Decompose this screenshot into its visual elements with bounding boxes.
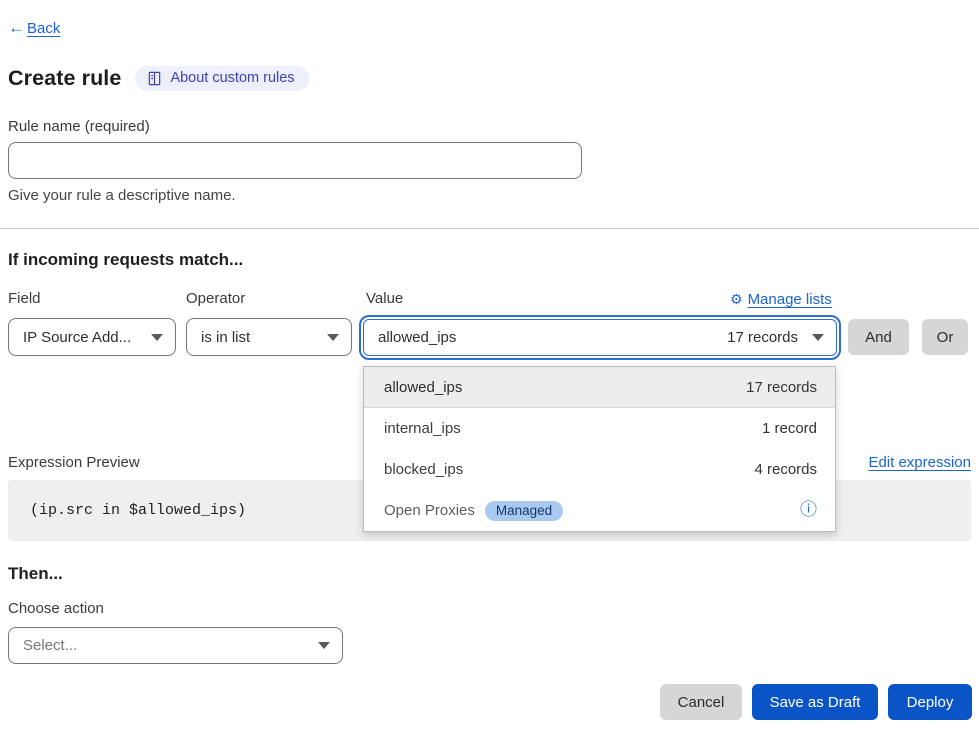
expression-code: (ip.src in $allowed_ips) xyxy=(30,502,246,519)
chevron-down-icon xyxy=(151,334,163,341)
value-label: Value xyxy=(366,290,403,307)
chevron-down-icon xyxy=(318,642,330,649)
back-arrow-icon: ← xyxy=(8,18,25,38)
list-item-name: internal_ips xyxy=(384,420,461,437)
operator-select[interactable]: is in list xyxy=(186,318,352,356)
field-select-value: IP Source Add... xyxy=(23,329,131,346)
value-selected-meta: 17 records xyxy=(727,329,798,346)
action-select-placeholder: Select... xyxy=(23,637,77,654)
about-custom-rules-link[interactable]: About custom rules xyxy=(135,66,308,91)
expression-preview-label: Expression Preview xyxy=(8,454,140,471)
back-link-label: Back xyxy=(27,20,60,37)
manage-lists-link[interactable]: ⚙ Manage lists xyxy=(730,291,832,308)
choose-action-label: Choose action xyxy=(8,600,104,617)
list-item-internal-ips[interactable]: internal_ips 1 record xyxy=(364,408,835,449)
field-select[interactable]: IP Source Add... xyxy=(8,318,176,356)
gear-icon: ⚙ xyxy=(730,291,743,308)
value-selected-name: allowed_ips xyxy=(378,329,456,346)
rule-name-help-text: Give your rule a descriptive name. xyxy=(8,187,236,204)
list-item-name: allowed_ips xyxy=(384,379,462,396)
save-as-draft-button[interactable]: Save as Draft xyxy=(752,684,878,720)
and-button[interactable]: And xyxy=(848,319,909,355)
list-item-meta: 4 records xyxy=(754,461,817,478)
field-label: Field xyxy=(8,290,41,307)
managed-badge: Managed xyxy=(485,501,563,521)
action-select[interactable]: Select... xyxy=(8,627,343,664)
edit-expression-link[interactable]: Edit expression xyxy=(868,454,971,471)
manage-lists-label: Manage lists xyxy=(748,291,832,308)
operator-select-value: is in list xyxy=(201,329,250,346)
back-link[interactable]: ←Back xyxy=(8,18,60,38)
list-item-name: blocked_ips xyxy=(384,461,463,478)
rule-name-label: Rule name (required) xyxy=(8,118,150,135)
page-title: Create rule xyxy=(8,66,121,91)
title-row: Create rule About custom rules xyxy=(8,66,309,91)
rule-name-input[interactable] xyxy=(8,142,582,179)
cancel-button[interactable]: Cancel xyxy=(660,684,742,720)
list-item-meta: 1 record xyxy=(762,420,817,437)
match-section-heading: If incoming requests match... xyxy=(8,250,243,270)
then-section-heading: Then... xyxy=(8,564,63,584)
deploy-button[interactable]: Deploy xyxy=(888,684,972,720)
value-combobox[interactable]: allowed_ips 17 records xyxy=(363,319,837,356)
list-item-name: Open Proxies xyxy=(384,502,475,519)
operator-label: Operator xyxy=(186,290,245,307)
list-item-open-proxies[interactable]: Open Proxies Managed ⓘ xyxy=(364,490,835,531)
chevron-down-icon xyxy=(812,334,824,341)
list-item-blocked-ips[interactable]: blocked_ips 4 records xyxy=(364,449,835,490)
info-icon[interactable]: ⓘ xyxy=(800,502,817,519)
section-divider xyxy=(0,228,979,229)
list-item-meta: 17 records xyxy=(746,379,817,396)
about-pill-label: About custom rules xyxy=(170,70,294,86)
list-item-allowed-ips[interactable]: allowed_ips 17 records xyxy=(364,367,835,408)
book-icon xyxy=(147,71,162,86)
chevron-down-icon xyxy=(327,334,339,341)
list-dropdown-menu: allowed_ips 17 records internal_ips 1 re… xyxy=(363,366,836,532)
or-button[interactable]: Or xyxy=(922,319,968,355)
